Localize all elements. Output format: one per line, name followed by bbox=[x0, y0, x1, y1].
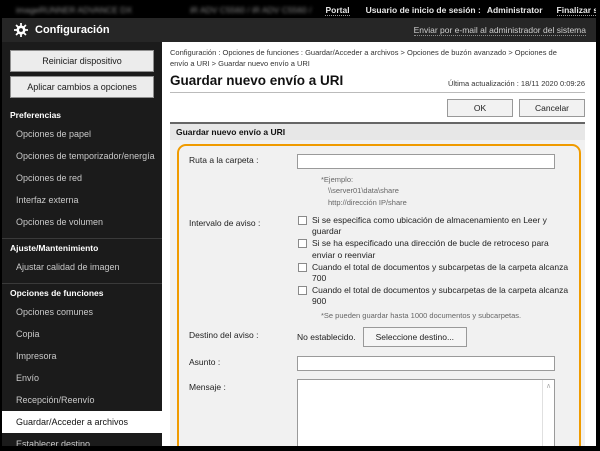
login-user-value: Administrator bbox=[487, 5, 543, 15]
notice-destination-label: Destino del aviso : bbox=[189, 327, 297, 347]
form-section-title: Guardar nuevo envío a URI bbox=[170, 122, 585, 140]
sidebar-section-function-settings: Opciones de funciones Opciones comunes C… bbox=[2, 283, 162, 446]
example-title: *Ejemplo: bbox=[321, 174, 571, 186]
restart-device-button[interactable]: Reiniciar dispositivo bbox=[10, 50, 154, 72]
message-text[interactable] bbox=[298, 380, 542, 446]
device-name-redacted: iR ADV C5560 / iR ADV C5560 / bbox=[190, 5, 311, 15]
folder-path-row: Ruta a la carpeta : *Ejemplo: \\server01… bbox=[189, 152, 571, 209]
sidebar-section-header: Ajuste/Mantenimiento bbox=[2, 239, 162, 256]
ok-button[interactable]: OK bbox=[447, 99, 513, 117]
folder-path-examples: *Ejemplo: \\server01\data\share http://d… bbox=[321, 174, 571, 209]
cancel-button[interactable]: Cancelar bbox=[519, 99, 585, 117]
logout-link[interactable]: Finalizar sesión bbox=[557, 5, 600, 16]
subject-label: Asunto : bbox=[189, 354, 297, 372]
notice-interval-row: Intervalo de aviso : Si se especifica co… bbox=[189, 215, 571, 319]
checkbox-icon[interactable] bbox=[298, 239, 307, 248]
message-label: Mensaje : bbox=[189, 379, 297, 446]
checkbox-row-reaches-700[interactable]: Cuando el total de documentos y subcarpe… bbox=[297, 262, 571, 284]
form-orange-box: Ruta a la carpeta : *Ejemplo: \\server01… bbox=[177, 144, 581, 447]
main-content: Configuración : Opciones de funciones : … bbox=[162, 42, 596, 446]
checkbox-label: Si se especifica como ubicación de almac… bbox=[312, 215, 571, 237]
checkbox-icon[interactable] bbox=[298, 216, 307, 225]
checkbox-label: Si se ha especificado una dirección de b… bbox=[312, 238, 571, 260]
sidebar-item-paper-settings[interactable]: Opciones de papel bbox=[2, 123, 162, 145]
example-http-path: http://dirección IP/share bbox=[328, 197, 571, 209]
folder-path-label: Ruta a la carpeta : bbox=[189, 152, 297, 209]
sidebar-item-common-settings[interactable]: Opciones comunes bbox=[2, 301, 162, 323]
sidebar-item-set-destination[interactable]: Establecer destino bbox=[2, 433, 162, 446]
sidebar-section-header: Opciones de funciones bbox=[2, 284, 162, 301]
notice-destination-value: No establecido. bbox=[297, 332, 356, 342]
top-bar: imageRUNNER ADVANCE DX iR ADV C5560 / iR… bbox=[2, 2, 596, 18]
device-model-redacted: imageRUNNER ADVANCE DX bbox=[16, 5, 132, 15]
sidebar-item-timer-energy[interactable]: Opciones de temporizador/energía bbox=[2, 145, 162, 167]
sidebar-item-send[interactable]: Envío bbox=[2, 367, 162, 389]
checkbox-label: Cuando el total de documentos y subcarpe… bbox=[312, 285, 571, 307]
checkbox-icon[interactable] bbox=[298, 263, 307, 272]
folder-path-input[interactable] bbox=[297, 154, 555, 169]
message-row: Mensaje : ∧ ∨ bbox=[189, 379, 571, 446]
sidebar-item-store-access-files[interactable]: Guardar/Acceder a archivos bbox=[2, 411, 162, 433]
gear-icon bbox=[14, 23, 28, 37]
checkbox-label: Cuando el total de documentos y subcarpe… bbox=[312, 262, 571, 284]
browser-page: imageRUNNER ADVANCE DX iR ADV C5560 / iR… bbox=[0, 0, 600, 451]
sidebar-section-preferences: Preferencias Opciones de papel Opciones … bbox=[2, 106, 162, 233]
form-section: Guardar nuevo envío a URI Ruta a la carp… bbox=[170, 122, 585, 447]
scroll-up-icon[interactable]: ∧ bbox=[546, 382, 551, 390]
subject-input[interactable] bbox=[297, 356, 555, 371]
apply-settings-button[interactable]: Aplicar cambios a opciones bbox=[10, 76, 154, 98]
login-user-label: Usuario de inicio de sesión : bbox=[366, 5, 481, 15]
mail-admin-link[interactable]: Enviar por e-mail al administrador del s… bbox=[414, 25, 586, 36]
sidebar-section-adjustment: Ajuste/Mantenimiento Ajustar calidad de … bbox=[2, 238, 162, 278]
message-textarea[interactable]: ∧ ∨ bbox=[297, 379, 555, 446]
last-update-text: Última actualización : 18/11 2020 0:09:2… bbox=[448, 79, 585, 88]
page-title: Guardar nuevo envío a URI bbox=[170, 73, 343, 88]
select-destination-button[interactable]: Seleccione destino... bbox=[363, 327, 467, 347]
subject-row: Asunto : bbox=[189, 354, 571, 372]
notice-destination-row: Destino del aviso : No establecido. Sele… bbox=[189, 327, 571, 347]
form-area: Ruta a la carpeta : *Ejemplo: \\server01… bbox=[170, 140, 585, 447]
checkbox-icon[interactable] bbox=[298, 286, 307, 295]
checkbox-row-reaches-900[interactable]: Cuando el total de documentos y subcarpe… bbox=[297, 285, 571, 307]
sidebar-item-printer[interactable]: Impresora bbox=[2, 345, 162, 367]
app-title: Configuración bbox=[35, 24, 110, 36]
portal-link[interactable]: Portal bbox=[325, 5, 349, 16]
checkbox-row-store-location[interactable]: Si se especifica como ubicación de almac… bbox=[297, 215, 571, 237]
example-unc-path: \\server01\data\share bbox=[328, 185, 571, 197]
app-bar: Configuración Enviar por e-mail al admin… bbox=[2, 18, 596, 42]
sidebar-item-volume[interactable]: Opciones de volumen bbox=[2, 211, 162, 233]
checkbox-note: *Se pueden guardar hasta 1000 documentos… bbox=[321, 311, 571, 320]
sidebar-item-image-quality[interactable]: Ajustar calidad de imagen bbox=[2, 256, 162, 278]
message-scrollbar[interactable]: ∧ ∨ bbox=[542, 380, 554, 446]
action-buttons-row: OK Cancelar bbox=[170, 99, 585, 117]
checkbox-row-loopback-address[interactable]: Si se ha especificado una dirección de b… bbox=[297, 238, 571, 260]
sidebar-section-header: Preferencias bbox=[2, 106, 162, 123]
sidebar-item-external-interface[interactable]: Interfaz externa bbox=[2, 189, 162, 211]
notice-interval-label: Intervalo de aviso : bbox=[189, 215, 297, 319]
page-title-row: Guardar nuevo envío a URI Última actuali… bbox=[170, 73, 585, 93]
sidebar-nav: Reiniciar dispositivo Aplicar cambios a … bbox=[2, 42, 162, 446]
sidebar-item-copy[interactable]: Copia bbox=[2, 323, 162, 345]
breadcrumb: Configuración : Opciones de funciones : … bbox=[170, 47, 577, 70]
sidebar-item-receive-forward[interactable]: Recepción/Reenvío bbox=[2, 389, 162, 411]
sidebar-item-network[interactable]: Opciones de red bbox=[2, 167, 162, 189]
